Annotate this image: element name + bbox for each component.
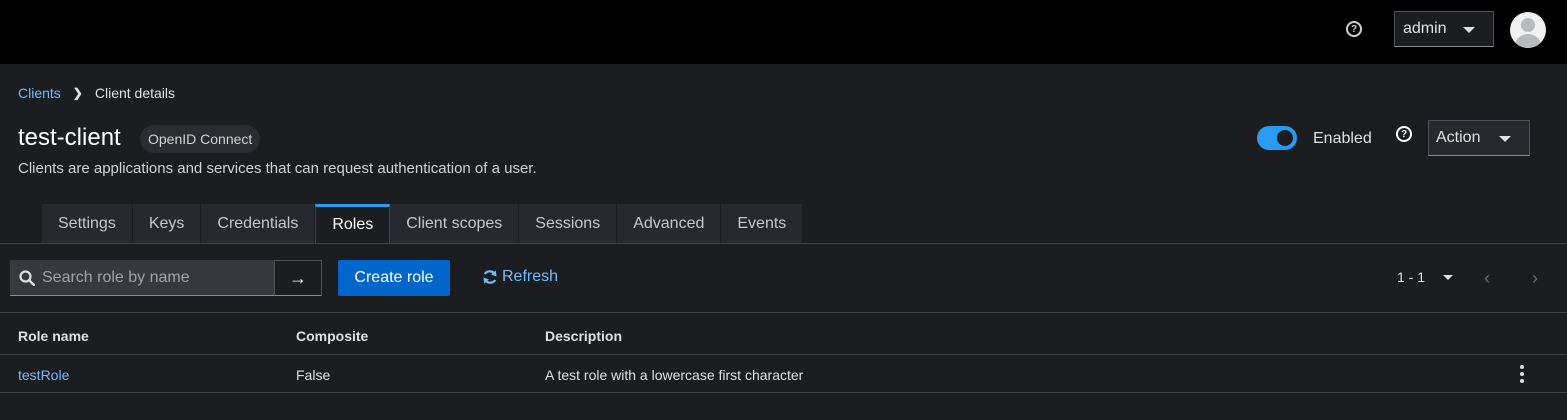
refresh-button[interactable]: Refresh — [482, 268, 558, 286]
caret-down-icon — [1463, 27, 1475, 33]
page-title: test-client — [18, 124, 121, 151]
pagination-toggle[interactable]: 1 - 1 — [1397, 269, 1454, 285]
page-subtitle: Clients are applications and services th… — [18, 160, 537, 177]
user-menu-label: admin — [1403, 20, 1447, 37]
help-icon[interactable]: ? — [1346, 21, 1362, 37]
action-dropdown[interactable]: Action — [1428, 120, 1530, 156]
tabs-divider — [0, 243, 1567, 244]
search-submit-button[interactable]: → — [274, 260, 322, 296]
action-label: Action — [1436, 129, 1481, 146]
kebab-icon[interactable] — [1518, 365, 1526, 383]
refresh-label: Refresh — [502, 268, 559, 285]
tab-events[interactable]: Events — [721, 204, 804, 243]
row-divider — [0, 392, 1567, 393]
arrow-right-icon: → — [289, 267, 307, 288]
tab-credentials[interactable]: Credentials — [201, 204, 316, 243]
tab-settings[interactable]: Settings — [42, 204, 133, 243]
create-role-button[interactable]: Create role — [338, 260, 450, 296]
breadcrumb-clients-link[interactable]: Clients — [18, 85, 61, 101]
search-input[interactable]: Search role by name — [10, 260, 274, 296]
column-header-composite: Composite — [296, 328, 369, 344]
tab-client-scopes[interactable]: Client scopes — [390, 204, 520, 243]
tab-sessions[interactable]: Sessions — [519, 204, 618, 243]
angle-right-icon[interactable]: › — [1532, 268, 1538, 289]
enabled-label: Enabled — [1313, 130, 1372, 147]
pagination-range: 1 - 1 — [1397, 269, 1426, 285]
chevron-right-icon: ❯ — [72, 86, 83, 100]
angle-left-icon[interactable]: ‹ — [1484, 268, 1490, 289]
role-description: A test role with a lowercase first chara… — [545, 367, 804, 383]
role-name-link[interactable]: testRole — [18, 367, 69, 383]
protocol-badge: OpenID Connect — [140, 125, 261, 153]
sync-icon — [483, 270, 497, 284]
client-tabs: Settings Keys Credentials Roles Client s… — [42, 204, 804, 243]
column-header-role-name[interactable]: Role name — [18, 328, 89, 344]
tab-keys[interactable]: Keys — [132, 204, 202, 243]
toggle-knob — [1277, 130, 1293, 146]
search-icon — [19, 270, 35, 286]
caret-down-icon — [1443, 274, 1454, 280]
enabled-toggle[interactable] — [1257, 126, 1297, 150]
breadcrumb: Clients ❯ Client details — [18, 85, 175, 101]
column-header-description: Description — [545, 328, 623, 344]
toolbar-divider — [0, 312, 1567, 313]
masthead: ? admin — [0, 0, 1567, 64]
role-composite: False — [296, 367, 331, 383]
avatar-icon[interactable] — [1510, 12, 1546, 48]
tab-advanced[interactable]: Advanced — [617, 204, 722, 243]
breadcrumb-current: Client details — [94, 85, 176, 101]
header-divider — [0, 354, 1567, 355]
help-icon[interactable]: ? — [1396, 126, 1412, 142]
search-placeholder: Search role by name — [42, 268, 190, 286]
user-menu-dropdown[interactable]: admin — [1394, 11, 1494, 47]
caret-down-icon — [1499, 136, 1511, 142]
tab-roles[interactable]: Roles — [315, 204, 391, 243]
